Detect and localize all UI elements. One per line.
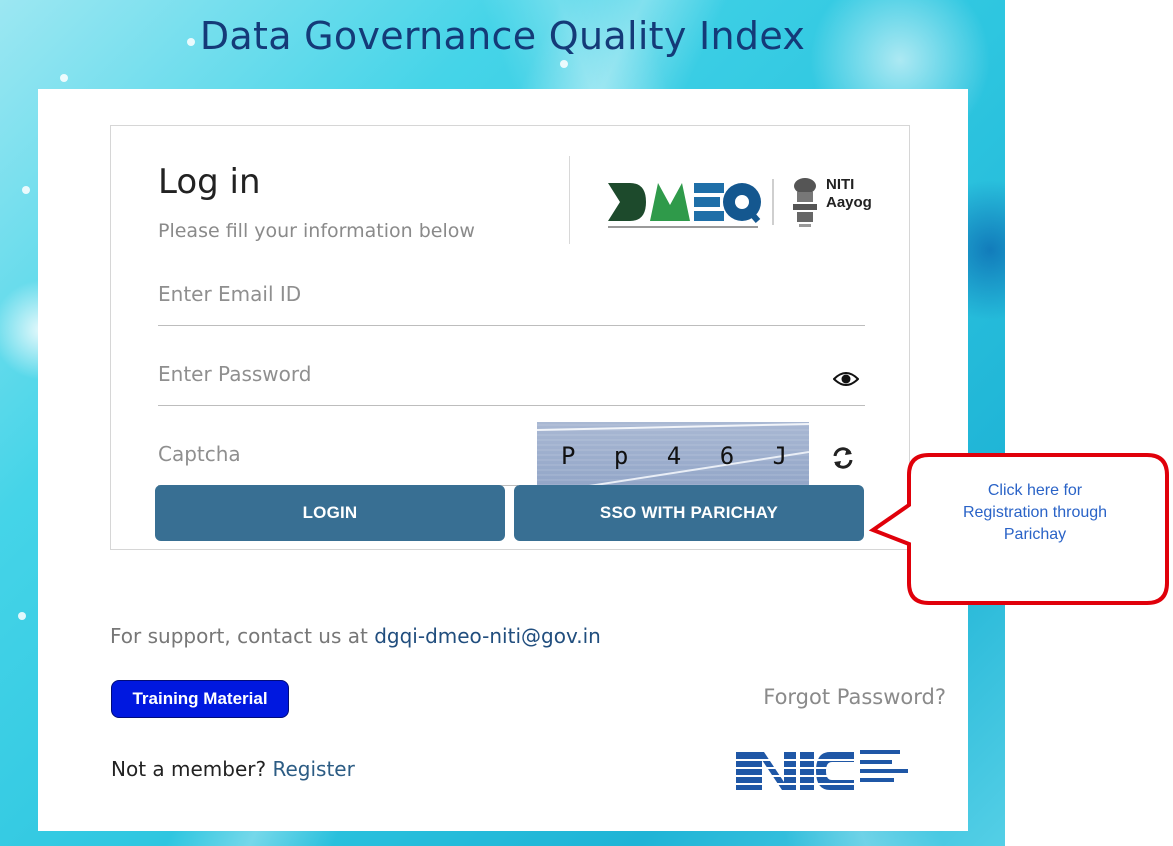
- sso-parichay-button[interactable]: SSO WITH PARICHAY: [514, 485, 864, 541]
- support-text: For support, contact us at dgqi-dmeo-nit…: [110, 624, 601, 648]
- training-material-button[interactable]: Training Material: [111, 680, 289, 718]
- email-field-wrapper: [158, 282, 865, 326]
- eye-icon[interactable]: [833, 370, 859, 388]
- register-link[interactable]: Register: [272, 757, 354, 781]
- background-dot: [18, 612, 26, 620]
- captcha-field-wrapper: [158, 442, 518, 486]
- logo-divider: [569, 156, 570, 244]
- password-input[interactable]: [158, 362, 865, 386]
- login-heading: Log in: [158, 162, 261, 202]
- callout-text: Click here for Registration through Pari…: [962, 482, 1108, 543]
- login-card: Log in Please fill your information belo…: [38, 89, 968, 831]
- captcha-input[interactable]: [158, 442, 518, 466]
- login-screen: Data Governance Quality Index Log in Ple…: [0, 0, 1005, 846]
- refresh-captcha-icon[interactable]: [831, 446, 855, 470]
- captcha-text: P p 4 6 J: [561, 442, 800, 470]
- email-input[interactable]: [158, 282, 865, 306]
- page-title: Data Governance Quality Index: [199, 14, 806, 58]
- password-field-wrapper: [158, 362, 865, 406]
- login-subtitle: Please fill your information below: [158, 220, 475, 242]
- support-email-link[interactable]: dgqi-dmeo-niti@gov.in: [374, 624, 601, 648]
- background-dot: [60, 74, 68, 82]
- niti-aayog-text: NITI Aayog: [826, 176, 872, 211]
- background-dot: [22, 186, 30, 194]
- login-button[interactable]: LOGIN: [155, 485, 505, 541]
- background-dot: [560, 60, 568, 68]
- dmeo-logo: [608, 179, 774, 228]
- not-member-text: Not a member? Register: [111, 757, 355, 781]
- nic-logo: [734, 750, 908, 790]
- forgot-password-link[interactable]: Forgot Password?: [763, 685, 946, 709]
- niti-aayog-logo: NITI Aayog: [788, 174, 908, 232]
- emblem-icon: [793, 178, 817, 227]
